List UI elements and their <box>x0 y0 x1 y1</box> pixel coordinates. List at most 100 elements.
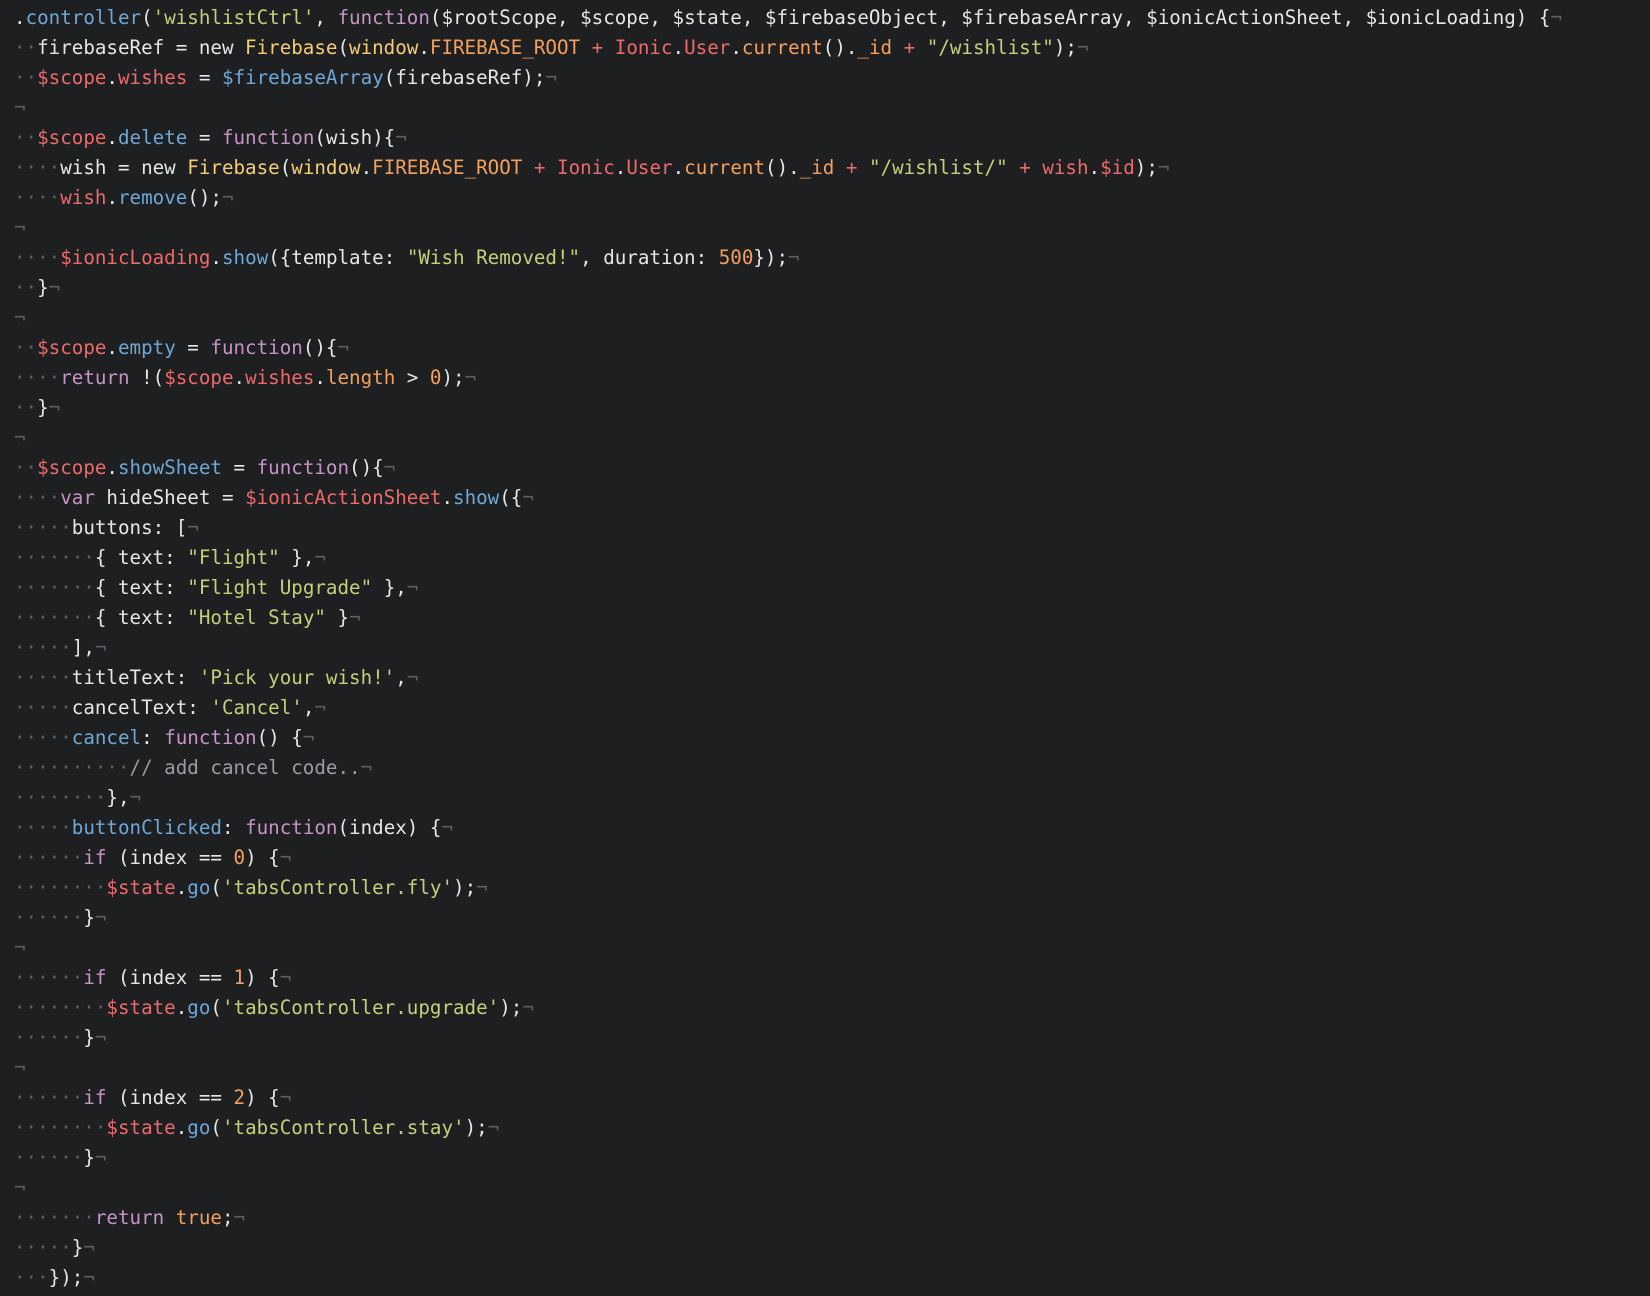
whitespace-marker: ¬ <box>1076 36 1089 59</box>
code-line[interactable]: ·····cancel: function() {¬ <box>0 723 1650 753</box>
code-token: ); <box>441 366 465 389</box>
code-token: controller <box>25 6 142 29</box>
code-token: $scope <box>37 66 107 89</box>
code-line[interactable]: ········},¬ <box>0 783 1650 813</box>
code-line[interactable]: ¬ <box>0 423 1650 453</box>
code-line[interactable]: ··········// add cancel code..¬ <box>0 753 1650 783</box>
code-token: if <box>83 1086 107 1109</box>
code-token: }, <box>106 786 130 809</box>
code-token: (index) { <box>337 816 442 839</box>
code-line[interactable]: ··}¬ <box>0 393 1650 423</box>
code-line[interactable]: ·····buttons: [¬ <box>0 513 1650 543</box>
whitespace-marker: ¬ <box>279 1086 292 1109</box>
code-token: go <box>187 876 211 899</box>
code-token: wish <box>1042 156 1089 179</box>
code-line[interactable]: ········$state.go('tabsController.fly');… <box>0 873 1650 903</box>
code-token: = <box>187 126 222 149</box>
code-token: $id <box>1100 156 1135 179</box>
code-editor[interactable]: .controller('wishlistCtrl', function($ro… <box>0 0 1650 1296</box>
code-line[interactable]: ¬ <box>0 93 1650 123</box>
whitespace-marker: ¬ <box>337 336 350 359</box>
code-token: ( <box>210 1116 222 1139</box>
code-line[interactable]: ··$scope.empty = function(){¬ <box>0 333 1650 363</box>
whitespace-marker: ······ <box>14 966 84 989</box>
code-line[interactable]: ······}¬ <box>0 903 1650 933</box>
whitespace-marker: ····· <box>14 666 72 689</box>
code-line[interactable]: ··$scope.delete = function(wish){¬ <box>0 123 1650 153</box>
code-line[interactable]: ···});¬ <box>0 1263 1650 1293</box>
code-line[interactable]: ····wish = new Firebase(window.FIREBASE_… <box>0 153 1650 183</box>
code-line[interactable]: ········$state.go('tabsController.stay')… <box>0 1113 1650 1143</box>
code-token: 'wishlistCtrl' <box>152 6 315 29</box>
code-line[interactable]: ····return !($scope.wishes.length > 0);¬ <box>0 363 1650 393</box>
code-line[interactable]: .controller('wishlistCtrl', function($ro… <box>0 3 1650 33</box>
code-token: }, <box>279 546 315 569</box>
code-line[interactable]: ·····}¬ <box>0 1233 1650 1263</box>
code-token: (){ <box>349 456 384 479</box>
code-line[interactable]: ······}¬ <box>0 1023 1650 1053</box>
whitespace-marker: ¬ <box>83 1266 95 1289</box>
code-line[interactable]: ······if (index == 0) {¬ <box>0 843 1650 873</box>
code-token: 'Cancel' <box>210 696 303 719</box>
code-token: . <box>1088 156 1101 179</box>
whitespace-marker: ······· <box>14 1206 95 1229</box>
code-line[interactable]: ······if (index == 2) {¬ <box>0 1083 1650 1113</box>
code-line[interactable]: ······}¬ <box>0 1143 1650 1173</box>
whitespace-marker: ¬ <box>83 1236 95 1259</box>
code-line[interactable]: ··$scope.showSheet = function(){¬ <box>0 453 1650 483</box>
code-line[interactable]: ¬ <box>0 933 1650 963</box>
code-line[interactable]: ····$ionicLoading.show({template: "Wish … <box>0 243 1650 273</box>
whitespace-marker: ····· <box>14 516 72 539</box>
code-line[interactable]: ·····buttonClicked: function(index) {¬ <box>0 813 1650 843</box>
code-line[interactable]: ·······{ text: "Flight Upgrade" },¬ <box>0 573 1650 603</box>
code-line[interactable]: ·······{ text: "Flight" },¬ <box>0 543 1650 573</box>
whitespace-marker: ¬ <box>1550 6 1563 29</box>
code-line[interactable]: ¬ <box>0 213 1650 243</box>
code-token: ( <box>210 876 222 899</box>
code-token: ); <box>1134 156 1158 179</box>
code-token: "Flight" <box>187 546 280 569</box>
code-token: { text: <box>94 606 188 629</box>
code-token: > <box>395 366 430 389</box>
code-token: function <box>164 726 257 749</box>
code-line[interactable]: ·····cancelText: 'Cancel',¬ <box>0 693 1650 723</box>
code-token: (wish){ <box>314 126 396 149</box>
code-line[interactable]: ¬ <box>0 1173 1650 1203</box>
whitespace-marker: ······ <box>14 1086 84 1109</box>
code-line[interactable]: ¬ <box>0 1053 1650 1083</box>
code-line[interactable]: ·······return true;¬ <box>0 1203 1650 1233</box>
code-line[interactable]: ······if (index == 1) {¬ <box>0 963 1650 993</box>
whitespace-marker: ¬ <box>279 846 292 869</box>
code-token: _id <box>857 36 893 59</box>
code-line[interactable]: ·····titleText: 'Pick your wish!',¬ <box>0 663 1650 693</box>
code-token: remove <box>118 186 188 209</box>
code-token: _id <box>799 156 835 179</box>
code-line[interactable]: ¬ <box>0 303 1650 333</box>
code-token: 500 <box>718 246 754 269</box>
code-line[interactable]: ·······{ text: "Hotel Stay" }¬ <box>0 603 1650 633</box>
code-token: . <box>233 366 246 389</box>
whitespace-marker: ¬ <box>221 186 234 209</box>
code-token: (firebaseRef); <box>383 66 546 89</box>
code-line[interactable]: ········$state.go('tabsController.upgrad… <box>0 993 1650 1023</box>
code-line[interactable]: ····wish.remove();¬ <box>0 183 1650 213</box>
code-token: Ionic <box>614 36 673 59</box>
code-line[interactable]: ··}¬ <box>0 273 1650 303</box>
whitespace-marker: ········ <box>14 876 107 899</box>
code-line[interactable]: ··firebaseRef = new Firebase(window.FIRE… <box>0 33 1650 63</box>
code-line[interactable]: ··$scope.wishes = $firebaseArray(firebas… <box>0 63 1650 93</box>
code-token: cancel <box>71 726 142 749</box>
code-token: $state <box>106 876 176 899</box>
code-token: Firebase <box>187 156 280 179</box>
whitespace-marker: ¬ <box>14 96 26 119</box>
whitespace-marker: ······ <box>14 846 84 869</box>
code-token: 2 <box>233 1086 246 1109</box>
code-token: . <box>314 366 326 389</box>
code-line[interactable]: ····var hideSheet = $ionicActionSheet.sh… <box>0 483 1650 513</box>
whitespace-marker: ¬ <box>522 996 534 1019</box>
code-line[interactable]: ·····],¬ <box>0 633 1650 663</box>
